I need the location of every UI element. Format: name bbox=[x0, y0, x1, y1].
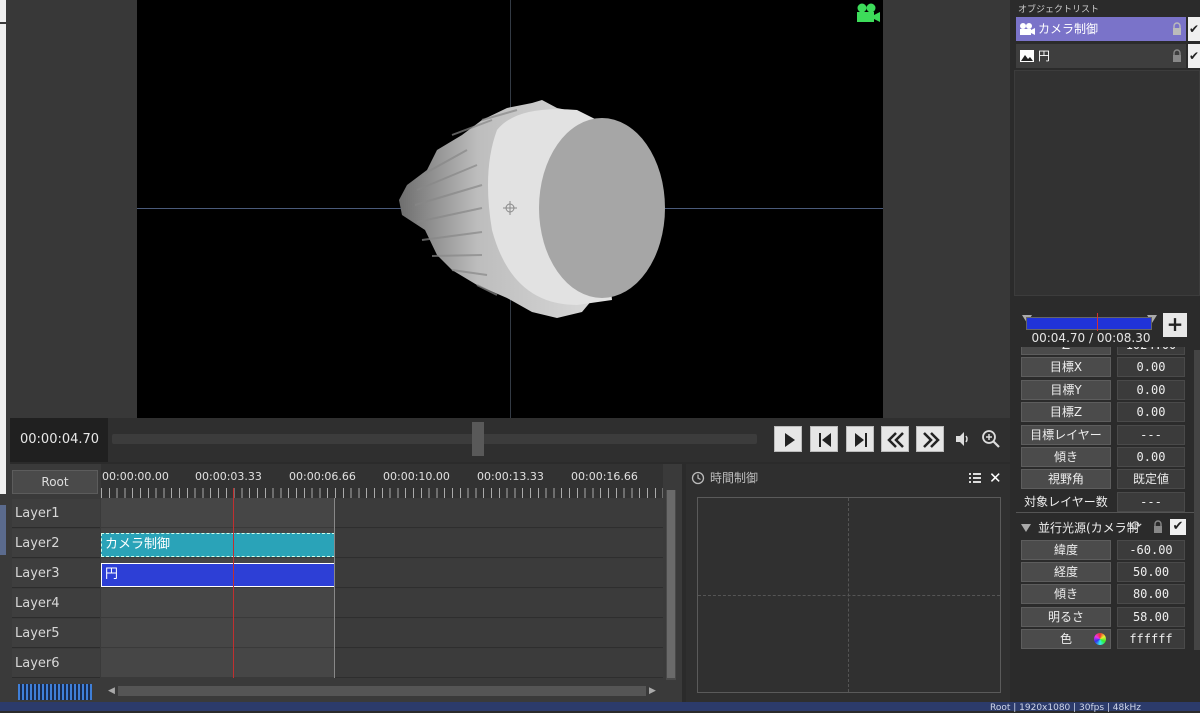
timeline-horizontal-scrollbar[interactable] bbox=[118, 686, 646, 696]
layer-label[interactable]: Layer3 bbox=[12, 559, 100, 588]
property-label: 対象レイヤー数 bbox=[1024, 495, 1108, 509]
rewind-button[interactable] bbox=[881, 426, 909, 452]
fast-forward-button[interactable] bbox=[916, 426, 944, 452]
lock-icon[interactable] bbox=[1152, 520, 1164, 534]
status-text: Root | 1920x1080 | 30fps | 48kHz bbox=[990, 703, 1141, 713]
image-icon bbox=[1019, 49, 1035, 63]
ruler-tick-label: 00:00:06.66 bbox=[289, 470, 356, 483]
ruler-tick-label: 00:00:16.66 bbox=[571, 470, 638, 483]
property-value[interactable]: --- bbox=[1117, 492, 1185, 512]
property-label[interactable]: 経度 bbox=[1021, 562, 1111, 582]
ruler-tick-label: 00:00:13.33 bbox=[477, 470, 544, 483]
layer-label[interactable]: Layer1 bbox=[12, 499, 100, 528]
property-value[interactable]: ffffff bbox=[1117, 629, 1185, 649]
property-value[interactable]: 既定値 bbox=[1117, 469, 1185, 489]
preview-canvas[interactable] bbox=[137, 0, 883, 418]
keyframe-playhead bbox=[1097, 313, 1098, 331]
left-panel-edge bbox=[0, 0, 10, 711]
time-control-title: 時間制御 bbox=[710, 471, 759, 485]
property-value[interactable]: -60.00 bbox=[1117, 540, 1185, 560]
rewind-icon bbox=[887, 432, 904, 448]
previous-frame-button[interactable] bbox=[810, 426, 838, 452]
layer-label[interactable]: Layer6 bbox=[12, 649, 100, 678]
layer-label[interactable]: Layer5 bbox=[12, 619, 100, 648]
layer-label[interactable]: Layer4 bbox=[12, 589, 100, 618]
object-label: カメラ制御 bbox=[1038, 22, 1099, 36]
ruler-tick-label: 00:00:03.33 bbox=[195, 470, 262, 483]
lock-icon[interactable] bbox=[1171, 49, 1183, 63]
scroll-right-icon[interactable]: ▶ bbox=[649, 686, 657, 696]
play-icon bbox=[785, 433, 795, 447]
property-value[interactable]: --- bbox=[1117, 425, 1185, 445]
object-list-title: オブジェクトリスト bbox=[1018, 5, 1100, 15]
property-label[interactable]: 傾き bbox=[1021, 447, 1111, 467]
playhead[interactable] bbox=[233, 488, 234, 678]
object-list-item[interactable]: カメラ制御 bbox=[1016, 17, 1186, 41]
property-value[interactable]: 1024.00 bbox=[1117, 347, 1185, 355]
graph-gridline bbox=[698, 595, 1000, 596]
property-label[interactable]: 視野角 bbox=[1021, 469, 1111, 489]
section-divider bbox=[1016, 512, 1200, 513]
circle-clip[interactable]: 円 bbox=[101, 563, 335, 587]
property-value[interactable]: 0.00 bbox=[1117, 357, 1185, 377]
keyframe-time-readout: 00:04.70 / 00:08.30 bbox=[1031, 331, 1151, 345]
property-label[interactable]: 傾き bbox=[1021, 584, 1111, 604]
close-icon[interactable]: ✕ bbox=[989, 469, 1003, 487]
left-panel-window bbox=[0, 505, 6, 555]
light-enable-checkbox[interactable]: ✔ bbox=[1170, 519, 1186, 535]
ruler-tick-label: 00:00:00.00 bbox=[102, 470, 169, 483]
object-list-item[interactable]: 円 bbox=[1016, 44, 1186, 68]
movie-camera-icon bbox=[855, 2, 881, 24]
property-label[interactable]: 明るさ bbox=[1021, 607, 1111, 627]
fast-forward-icon bbox=[923, 432, 940, 448]
scroll-left-icon[interactable]: ◀ bbox=[108, 686, 116, 696]
properties-scrollbar[interactable] bbox=[1194, 350, 1200, 650]
next-frame-button[interactable] bbox=[846, 426, 874, 452]
property-label[interactable]: Z bbox=[1021, 347, 1111, 355]
object-list-empty-area bbox=[1014, 70, 1200, 296]
property-value[interactable]: 80.00 bbox=[1117, 584, 1185, 604]
property-label[interactable]: 目標Z bbox=[1021, 402, 1111, 422]
scene-end-marker bbox=[334, 498, 335, 678]
property-label[interactable]: 目標レイヤー bbox=[1021, 425, 1111, 445]
previous-frame-icon bbox=[819, 433, 831, 447]
list-icon[interactable] bbox=[968, 471, 982, 485]
property-label[interactable]: 目標X bbox=[1021, 357, 1111, 377]
property-value[interactable]: 0.00 bbox=[1117, 380, 1185, 400]
property-label[interactable]: 緯度 bbox=[1021, 540, 1111, 560]
property-label[interactable]: 目標Y bbox=[1021, 380, 1111, 400]
property-row-partial: Z 1024.00 bbox=[1020, 347, 1190, 355]
timeline-vertical-scroll-thumb[interactable] bbox=[667, 490, 675, 678]
seek-bar[interactable] bbox=[112, 434, 757, 444]
rendered-gear-cylinder bbox=[399, 100, 665, 318]
camera-control-clip[interactable]: カメラ制御 bbox=[101, 533, 335, 557]
refresh-icon[interactable]: ⟳ bbox=[1131, 520, 1145, 534]
current-time-readout: 00:00:04.70 bbox=[10, 418, 108, 462]
ruler-tick-label: 00:00:10.00 bbox=[383, 470, 450, 483]
object-visible-checkbox[interactable]: ✔ bbox=[1188, 44, 1200, 68]
add-keyframe-button[interactable]: + bbox=[1163, 313, 1187, 337]
property-value[interactable]: 0.00 bbox=[1117, 402, 1185, 422]
lock-icon[interactable] bbox=[1171, 22, 1183, 36]
play-button[interactable] bbox=[774, 426, 802, 452]
layer-label[interactable]: Layer2 bbox=[12, 529, 100, 558]
property-value[interactable]: 50.00 bbox=[1117, 562, 1185, 582]
object-keyframe-bar[interactable] bbox=[1026, 317, 1152, 330]
movie-camera-icon bbox=[1019, 22, 1035, 36]
root-button[interactable]: Root bbox=[12, 470, 98, 494]
seek-thumb[interactable] bbox=[472, 422, 484, 456]
object-visible-checkbox[interactable]: ✔ bbox=[1188, 17, 1200, 41]
scene-range-shade bbox=[101, 498, 335, 678]
property-value[interactable]: 58.00 bbox=[1117, 607, 1185, 627]
left-panel-window bbox=[0, 0, 6, 22]
timeline-zoom-bar[interactable] bbox=[18, 684, 92, 700]
left-panel-window bbox=[0, 24, 6, 494]
ruler-ticks bbox=[101, 488, 663, 498]
object-label: 円 bbox=[1038, 49, 1051, 63]
property-value[interactable]: 0.00 bbox=[1117, 447, 1185, 467]
color-wheel-icon[interactable] bbox=[1094, 633, 1106, 645]
zoom-in-icon[interactable] bbox=[980, 428, 1002, 450]
speaker-icon[interactable] bbox=[952, 428, 974, 450]
next-frame-icon bbox=[855, 433, 867, 447]
